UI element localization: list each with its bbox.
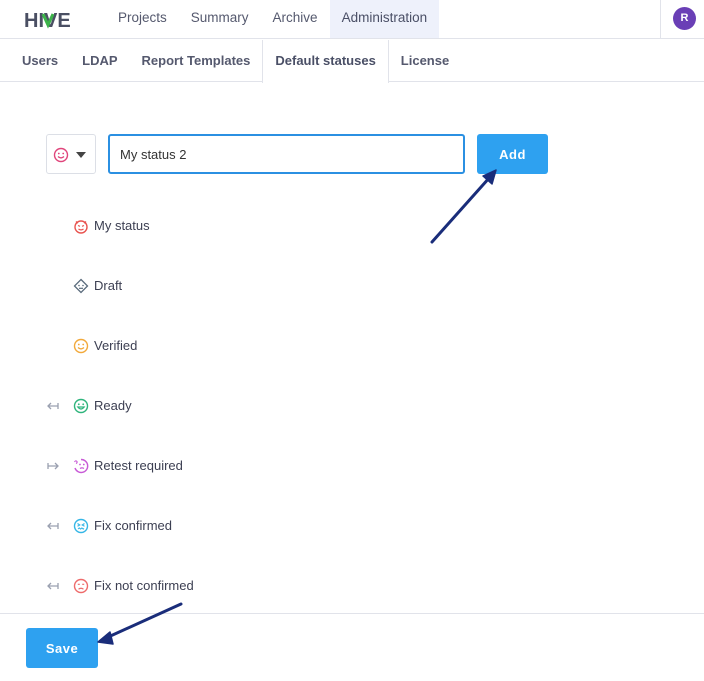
smiley-icon (53, 147, 69, 163)
top-navigation-bar: HIVE Projects Summary Archive Administra… (0, 0, 704, 39)
tab-ldap[interactable]: LDAP (70, 40, 129, 82)
avatar[interactable]: R (673, 7, 696, 30)
status-item[interactable]: My status (40, 215, 340, 237)
status-item[interactable]: Fix not confirmed (40, 575, 340, 597)
arrow-in-left-icon (47, 402, 59, 410)
status-label: Draft (94, 278, 123, 293)
confounded-face-icon (73, 518, 89, 534)
status-item[interactable]: Ready (40, 395, 340, 417)
status-label: Fix confirmed (94, 518, 173, 533)
save-button[interactable]: Save (26, 628, 98, 668)
nav-projects[interactable]: Projects (106, 0, 179, 38)
hive-logo[interactable]: HIVE (24, 8, 78, 32)
tab-default-statuses[interactable]: Default statuses (262, 40, 389, 83)
nav-archive[interactable]: Archive (261, 0, 330, 38)
user-menu: R (660, 0, 704, 38)
frown-icon (73, 578, 89, 594)
annotation-arrow-to-save (97, 602, 183, 645)
status-label: Ready (94, 398, 132, 413)
arrow-in-left-icon (47, 582, 59, 590)
grin-icon (73, 398, 89, 414)
tab-report-templates[interactable]: Report Templates (130, 40, 263, 82)
smiley-icon (73, 338, 89, 354)
arrow-in-left-icon (47, 522, 59, 530)
nav-summary[interactable]: Summary (179, 0, 261, 38)
tab-license[interactable]: License (389, 40, 461, 82)
status-name-input[interactable] (108, 134, 465, 174)
footer-divider (0, 613, 704, 614)
main-nav: Projects Summary Archive Administration (106, 0, 440, 38)
add-button[interactable]: Add (477, 134, 548, 174)
annotation-arrow-to-add (430, 169, 497, 244)
status-label: My status (94, 218, 150, 233)
status-item[interactable]: Verified (40, 335, 340, 357)
status-item[interactable]: Fix confirmed (40, 515, 340, 537)
status-item[interactable]: Draft (40, 275, 340, 297)
draft-face-icon (73, 278, 89, 294)
status-label: Verified (94, 338, 138, 353)
arrow-in-right-icon (47, 462, 59, 470)
devil-smiley-icon (74, 220, 88, 234)
status-label: Retest required (94, 458, 183, 473)
chevron-down-icon (76, 152, 86, 158)
status-item[interactable]: Retest required (40, 455, 340, 477)
thinking-face-icon (74, 458, 89, 474)
nav-administration[interactable]: Administration (329, 0, 440, 38)
status-icon-dropdown[interactable] (46, 134, 96, 174)
tab-users[interactable]: Users (10, 40, 70, 82)
status-label: Fix not confirmed (94, 578, 194, 593)
admin-subtabs: Users LDAP Report Templates Default stat… (0, 40, 704, 83)
